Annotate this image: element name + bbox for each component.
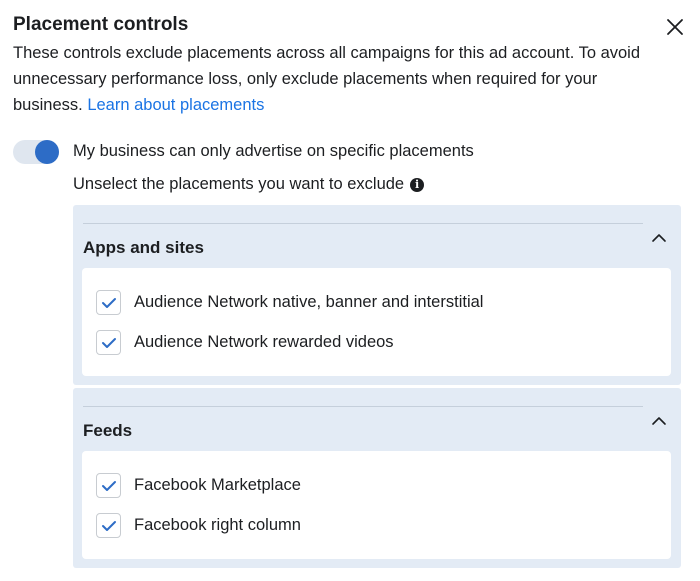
checkbox-checked[interactable]	[96, 473, 121, 498]
chevron-up-icon[interactable]	[651, 414, 667, 426]
placement-option[interactable]: Facebook Marketplace	[96, 473, 301, 498]
placement-label: Facebook Marketplace	[134, 476, 301, 494]
specific-placements-toggle[interactable]	[13, 140, 59, 164]
section-divider	[83, 406, 643, 407]
info-icon[interactable]: i	[410, 177, 425, 192]
placement-option[interactable]: Facebook right column	[96, 513, 301, 538]
placement-list: Facebook Marketplace Facebook right colu…	[82, 451, 671, 559]
hint-text: Unselect the placements you want to excl…	[73, 175, 405, 193]
section-title: Apps and sites	[83, 238, 204, 257]
toggle-knob	[35, 140, 59, 164]
toggle-label: My business can only advertise on specif…	[73, 142, 474, 160]
placement-list: Audience Network native, banner and inte…	[82, 268, 671, 376]
placement-label: Audience Network native, banner and inte…	[134, 293, 484, 311]
dialog-description: These controls exclude placements across…	[13, 40, 653, 118]
dialog-title: Placement controls	[13, 14, 189, 35]
checkbox-checked[interactable]	[96, 513, 121, 538]
section-divider	[83, 223, 643, 224]
placement-option[interactable]: Audience Network native, banner and inte…	[96, 290, 483, 315]
check-icon	[101, 297, 116, 308]
checkbox-checked[interactable]	[96, 290, 121, 315]
placement-label: Facebook right column	[134, 516, 301, 534]
section-apps-and-sites: Apps and sites Audience Network native, …	[73, 205, 681, 385]
placement-option[interactable]: Audience Network rewarded videos	[96, 330, 394, 355]
exclude-hint: Unselect the placements you want to excl…	[73, 175, 425, 194]
chevron-up-icon[interactable]	[651, 231, 667, 243]
checkbox-checked[interactable]	[96, 330, 121, 355]
placement-label: Audience Network rewarded videos	[134, 333, 394, 351]
close-icon[interactable]	[664, 16, 686, 38]
check-icon	[101, 480, 116, 491]
check-icon	[101, 520, 116, 531]
learn-about-placements-link[interactable]: Learn about placements	[87, 96, 264, 114]
check-icon	[101, 337, 116, 348]
section-feeds: Feeds Facebook Marketplace Facebook righ…	[73, 388, 681, 568]
section-title: Feeds	[83, 421, 133, 440]
